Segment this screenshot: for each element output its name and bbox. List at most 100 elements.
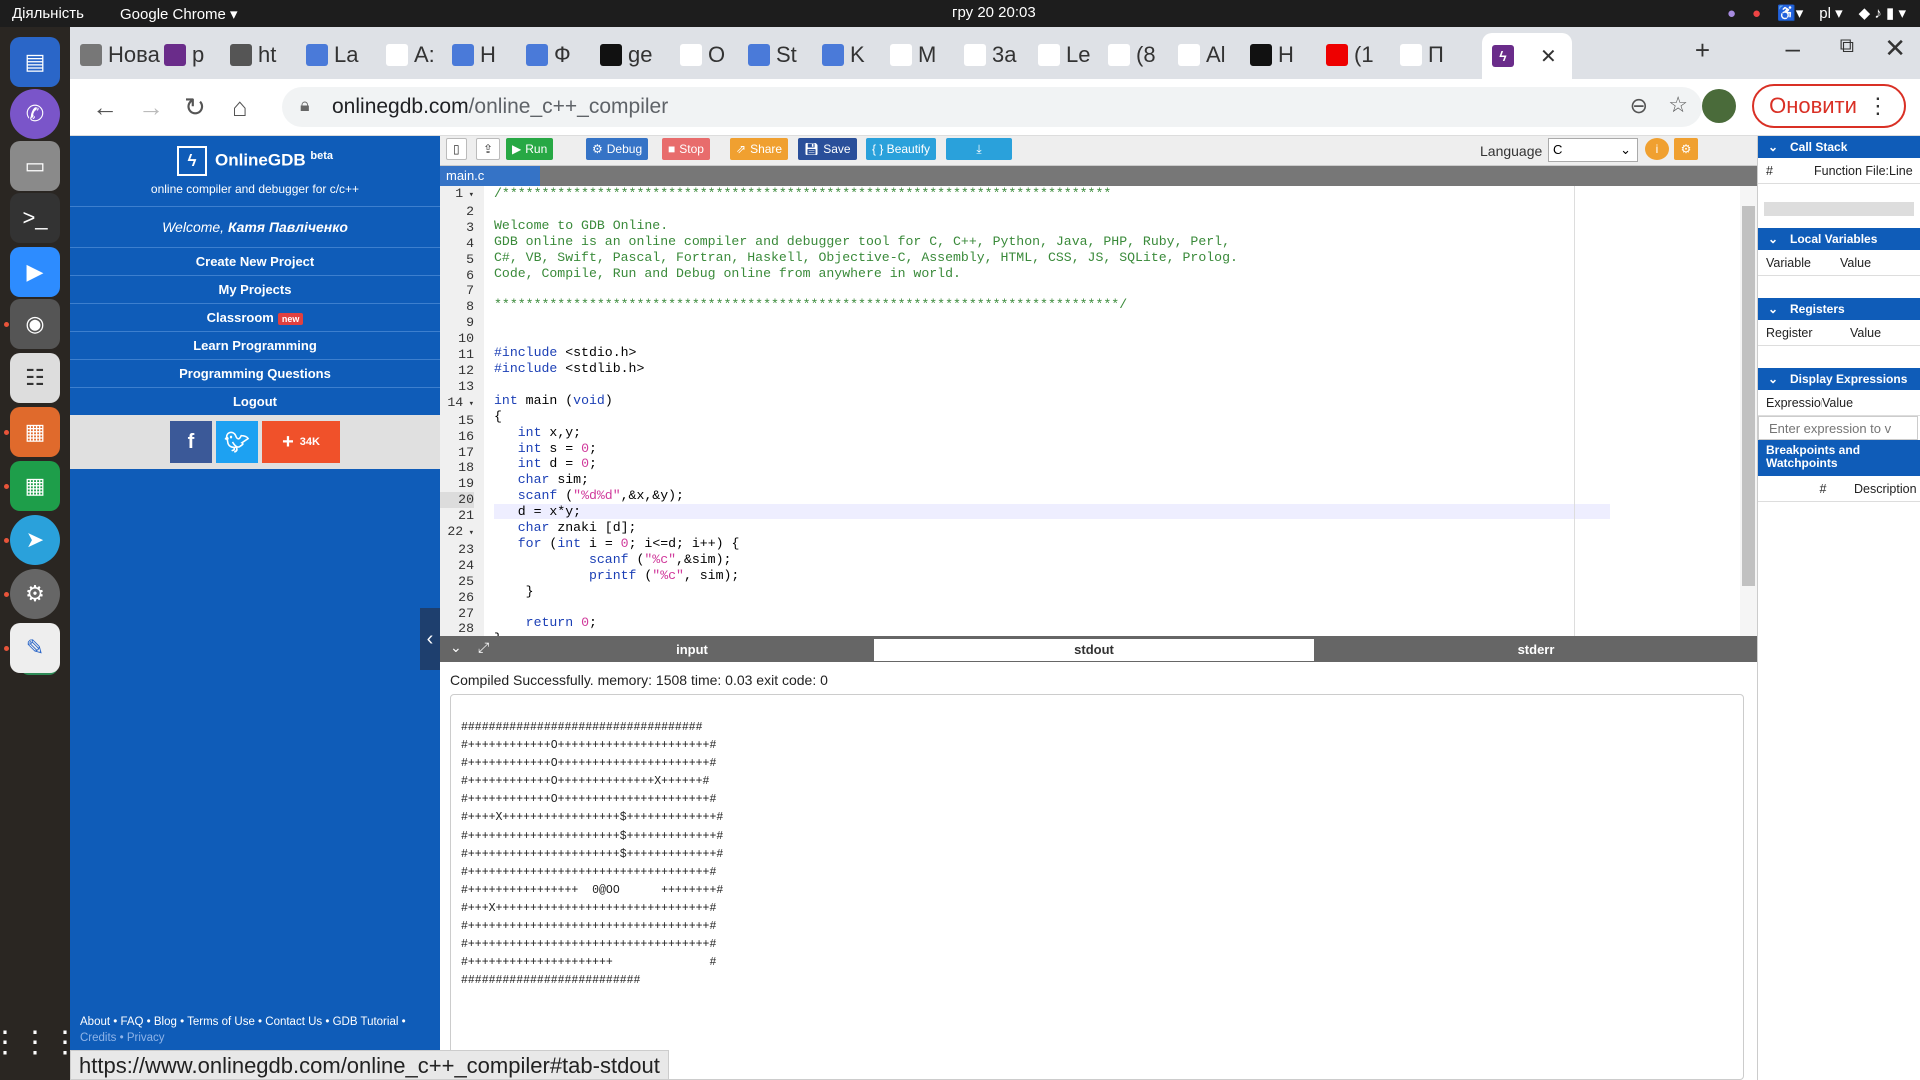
browser-tab[interactable]: Ф — [526, 35, 600, 75]
sidebar-item-my-projects[interactable]: My Projects — [70, 275, 440, 303]
browser-tab[interactable]: Al — [1178, 35, 1250, 75]
info-icon[interactable]: i — [1645, 138, 1669, 160]
viber-app-icon[interactable]: ✆ — [10, 89, 60, 139]
accessibility-icon[interactable]: ♿▾ — [1777, 4, 1803, 22]
tab-stdout[interactable]: stdout — [874, 639, 1314, 661]
browser-tab[interactable]: (1 — [1326, 35, 1400, 75]
local-variables-header[interactable]: ⌄ Local Variables — [1758, 228, 1920, 250]
app-grid-icon[interactable]: ⋮⋮⋮ — [0, 1017, 80, 1067]
file-tab-main[interactable]: main.c — [440, 166, 540, 186]
sidebar-item-learn-programming[interactable]: Learn Programming — [70, 331, 440, 359]
browser-tab[interactable]: ht — [230, 35, 306, 75]
browser-tab[interactable]: K — [822, 35, 890, 75]
call-stack-header[interactable]: ⌄ Call Stack — [1758, 136, 1920, 158]
chrome-app-icon[interactable]: ◉ — [10, 299, 60, 349]
browser-tab[interactable]: Le — [1038, 35, 1108, 75]
chevron-down-icon[interactable]: ⌄ — [450, 639, 462, 656]
browser-tab[interactable]: A: — [386, 35, 452, 75]
browser-tab[interactable]: (8 — [1108, 35, 1178, 75]
expression-input[interactable] — [1758, 416, 1918, 440]
update-button[interactable]: Оновити ⋮ — [1752, 84, 1906, 128]
browser-tab[interactable]: St — [748, 35, 822, 75]
docs-app-icon[interactable]: ▤ — [10, 37, 60, 87]
breakpoints-header[interactable]: Breakpoints and Watchpoints — [1758, 440, 1920, 476]
horizontal-scrollbar[interactable] — [1764, 202, 1914, 216]
code-editor[interactable]: 1 ▾ 2 3 4 5 6 7 8 9 10 11 12 13 14 ▾ 15 16 17 18 19 20 21 22 … — [440, 186, 1740, 636]
browser-tab[interactable]: H — [452, 35, 526, 75]
language-select[interactable]: C ⌄ — [1548, 138, 1638, 162]
share-button[interactable]: ⇗ Share — [730, 138, 789, 160]
browser-tab[interactable]: La — [306, 35, 386, 75]
beautify-button[interactable]: { } Beautify — [866, 138, 937, 160]
browser-tab[interactable]: 3a — [964, 35, 1038, 75]
reader-app-icon[interactable]: ☷ — [10, 353, 60, 403]
footer-links-2[interactable]: Credits • Privacy — [80, 1032, 430, 1044]
telegram-app-icon[interactable]: ➤ — [10, 515, 60, 565]
bookmark-star-icon[interactable]: ☆ — [1668, 92, 1688, 118]
sidebar-item-logout[interactable]: Logout — [70, 387, 440, 415]
expand-icon[interactable]: ⤢ — [478, 639, 489, 656]
viber-tray-icon[interactable]: ● — [1727, 5, 1736, 22]
chrome-tray-icon[interactable]: ● — [1752, 5, 1761, 22]
zoom-app-icon[interactable]: ▶ — [10, 247, 60, 297]
twitter-icon[interactable]: 🐦︎ — [216, 421, 258, 463]
brand-name[interactable]: OnlineGDB — [215, 150, 306, 169]
forward-icon[interactable]: → — [138, 92, 164, 123]
omnibox[interactable]: 🔒︎ onlinegdb.com/online_c++_compiler ⊖ ☆ — [282, 87, 1702, 127]
lock-icon[interactable]: 🔒︎ — [300, 95, 310, 116]
sidebar-item-create-new-project[interactable]: Create New Project — [70, 247, 440, 275]
footer-links[interactable]: About • FAQ • Blog • Terms of Use • Cont… — [80, 1016, 430, 1028]
language-indicator[interactable]: pl ▾ — [1819, 4, 1842, 22]
browser-tab[interactable]: ge — [600, 35, 680, 75]
close-tab-icon[interactable]: ✕ — [1540, 44, 1557, 69]
minimize-icon[interactable]: – — [1786, 33, 1800, 64]
new-file-icon[interactable]: ▯ — [446, 138, 467, 160]
editor-scrollbar[interactable] — [1740, 186, 1757, 636]
debug-button[interactable]: ⚙ Debug — [586, 138, 649, 160]
upload-icon[interactable]: ⇪ — [476, 138, 501, 160]
browser-tab[interactable]: M — [890, 35, 964, 75]
spreadsheet-app-icon[interactable]: ▦ — [10, 461, 60, 511]
app-menu[interactable]: Google Chrome ▾ — [120, 5, 238, 23]
settings-gear-icon[interactable]: ⚙ — [1674, 138, 1698, 160]
browser-tab[interactable]: O — [680, 35, 748, 75]
sidebar-item-classroom[interactable]: Classroom new — [70, 303, 440, 331]
clock[interactable]: гру 20 20:03 — [952, 4, 1036, 21]
code-content[interactable]: /***************************************… — [494, 186, 1734, 636]
wifi-icon[interactable]: ◆ ♪ ▮ ▾ — [1859, 4, 1906, 22]
facebook-icon[interactable]: f — [170, 421, 212, 463]
collapse-sidebar-button[interactable]: ‹ — [420, 608, 440, 670]
close-window-icon[interactable]: ✕ — [1884, 33, 1906, 64]
profile-avatar[interactable] — [1702, 89, 1736, 123]
terminal-app-icon[interactable]: >_ — [10, 193, 60, 243]
home-icon[interactable]: ⌂ — [232, 92, 248, 123]
browser-tab[interactable]: p — [164, 35, 230, 75]
zoom-icon[interactable]: ⊖ — [1630, 93, 1648, 119]
save-button[interactable]: 💾︎ Save — [798, 138, 857, 160]
activities-button[interactable]: Діяльність — [12, 5, 84, 22]
browser-tab[interactable]: П — [1400, 35, 1476, 75]
display-expressions-header[interactable]: ⌄ Display Expressions — [1758, 368, 1920, 390]
maximize-icon[interactable]: ⧉ — [1840, 35, 1854, 58]
back-icon[interactable]: ← — [92, 92, 118, 123]
tab-input[interactable]: input — [510, 639, 874, 661]
files-app-icon[interactable]: ▭ — [10, 141, 60, 191]
stop-button[interactable]: ■ Stop — [662, 138, 710, 160]
settings-app-icon[interactable]: ⚙ — [10, 569, 60, 619]
browser-tab[interactable]: H — [1250, 35, 1326, 75]
line-number: 13 — [458, 378, 474, 394]
stdout-console[interactable]: ################################### #+++… — [450, 694, 1744, 1080]
reload-icon[interactable]: ↻ — [184, 92, 206, 123]
sidebar-item-programming-questions[interactable]: Programming Questions — [70, 359, 440, 387]
new-tab-button[interactable]: + — [1695, 35, 1710, 66]
presentation-app-icon[interactable]: ▦ — [10, 407, 60, 457]
share-count-button[interactable]: +34K — [262, 421, 340, 463]
browser-tab[interactable]: Нова — [80, 35, 164, 75]
run-button[interactable]: ▶ Run — [506, 138, 554, 160]
browser-tab-active[interactable]: ϟ ✕ — [1482, 33, 1572, 79]
scroll-thumb[interactable] — [1742, 206, 1755, 586]
tab-stderr[interactable]: stderr — [1316, 639, 1756, 661]
download-icon[interactable]: ⤓ — [946, 138, 1012, 160]
registers-header[interactable]: ⌄ Registers — [1758, 298, 1920, 320]
text-editor-app-icon[interactable]: ✎ — [10, 623, 60, 673]
